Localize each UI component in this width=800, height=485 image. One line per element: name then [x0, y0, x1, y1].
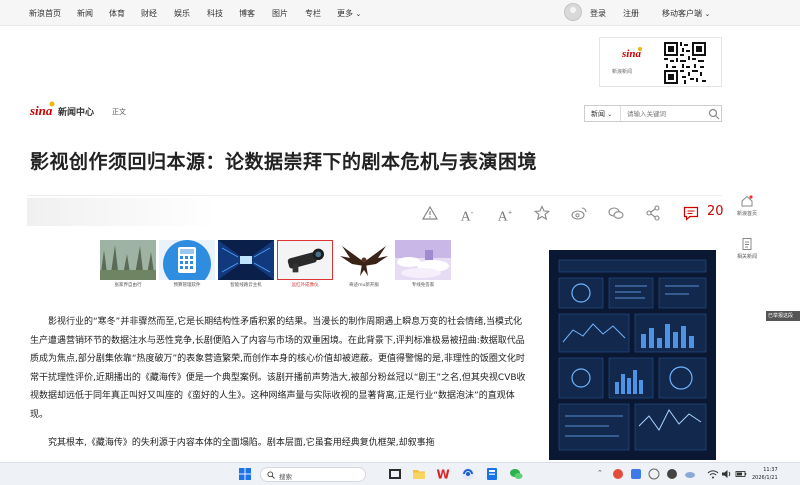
svg-text:W: W — [437, 468, 450, 482]
comment-icon[interactable] — [682, 204, 700, 222]
document-icon — [742, 238, 752, 250]
tray-app-dark-icon[interactable] — [666, 468, 678, 480]
thumb-caption: 张家界自由行 — [114, 283, 142, 288]
wechat-icon[interactable] — [509, 467, 523, 481]
chevron-down-icon: ⌄ — [355, 10, 362, 18]
qr-logo-text: 新浪新闻 — [612, 69, 633, 75]
clouds-image — [395, 240, 451, 280]
float-home-button[interactable]: 新浪首页 — [728, 194, 766, 217]
nav-item-sina-home[interactable]: 新浪首页 — [29, 8, 61, 19]
mountain-image — [100, 240, 156, 280]
home-icon — [741, 195, 753, 207]
svg-text:sina: sina — [30, 103, 53, 118]
mobile-client-menu[interactable]: 移动客户端 ⌄ — [662, 8, 710, 19]
thumb-caption: 奇迹mu新开服 — [349, 283, 379, 288]
thumb-caption: 预算管理软件 — [173, 283, 201, 288]
server-tunnel-image — [218, 240, 274, 280]
toolbar-fade-strip — [27, 198, 217, 226]
taskbar-search-label: 搜索 — [279, 473, 292, 481]
battery-icon[interactable] — [735, 468, 747, 480]
comment-count[interactable]: 20 — [707, 204, 724, 219]
nav-item-more[interactable]: 更多 ⌄ — [337, 8, 361, 19]
search-channel-label: 新闻 — [591, 110, 605, 118]
font-increase-icon[interactable]: A+ — [496, 204, 514, 225]
sina-eye-logo-icon: sina — [29, 101, 55, 118]
windows-taskbar: 搜索 W ⌃ 11:37 2026/1/21 — [0, 462, 800, 485]
dragon-image — [336, 240, 392, 280]
clock-time: 11:37 — [763, 467, 778, 473]
windows-start-icon[interactable] — [239, 468, 251, 480]
nav-item-blog[interactable]: 博客 — [239, 8, 255, 19]
login-link[interactable]: 登录 — [590, 8, 606, 19]
article-body: 影视行业的“寒冬”并非骤然而至,它是长期结构性矛盾积累的结果。当漫长的制作周期遇… — [30, 313, 530, 453]
wechat-share-icon[interactable] — [607, 204, 625, 222]
qr-code — [664, 42, 706, 84]
breadcrumb-section: 正文 — [112, 108, 126, 116]
report-snippet-badge[interactable]: 已举报这段 — [766, 311, 800, 321]
sina-logo[interactable]: sina — [29, 100, 56, 120]
nav-item-photos[interactable]: 图片 — [272, 8, 288, 19]
search-icon[interactable] — [708, 108, 720, 120]
thumb-ad-cloud-host[interactable]: 智能线路云主机 — [218, 240, 274, 293]
file-explorer-icon[interactable] — [412, 467, 426, 481]
search-channel-select[interactable]: 新闻 ⌄ — [585, 106, 621, 121]
report-icon[interactable] — [421, 204, 439, 222]
calculator-image — [159, 240, 215, 280]
tray-app-gray-icon[interactable] — [648, 468, 660, 480]
nav-item-tech[interactable]: 科技 — [207, 8, 223, 19]
weibo-share-icon[interactable] — [570, 204, 588, 222]
float-related-button[interactable]: 相关新闻 — [728, 237, 766, 260]
thumb-caption: 远红外成像仪 — [291, 283, 319, 288]
thumb-ad-infrared-imager[interactable]: 远红外成像仪 — [277, 240, 333, 293]
clock-date: 2026/1/21 — [752, 475, 778, 481]
dashboard-illustration — [549, 250, 716, 460]
font-decrease-icon[interactable]: A- — [458, 204, 476, 225]
thumb-caption: 专线免签家 — [411, 283, 435, 288]
thumb-ad-budget-software[interactable]: 预算管理软件 — [159, 240, 215, 293]
browser-icon[interactable] — [461, 467, 475, 481]
article-toolbar: A- A+ 20 — [27, 195, 724, 228]
favorite-star-icon[interactable] — [533, 204, 551, 222]
nav-item-columns[interactable]: 专栏 — [305, 8, 321, 19]
float-related-label: 相关新闻 — [736, 254, 757, 260]
tray-app-blue-icon[interactable] — [630, 468, 642, 480]
article-title: 影视创作须回归本源：论数据崇拜下的剧本危机与表演困境 — [30, 151, 538, 173]
news-center-title[interactable]: 新闻中心 — [58, 105, 94, 118]
nav-more-label: 更多 — [337, 9, 353, 18]
wps-office-icon[interactable]: W — [436, 467, 450, 482]
mobile-client-label: 移动客户端 — [662, 9, 702, 18]
tray-app-red-icon[interactable] — [612, 468, 624, 480]
taskbar-clock[interactable]: 11:37 2026/1/21 — [752, 466, 778, 482]
thumb-caption: 智能线路云主机 — [230, 283, 262, 288]
tray-app-cloud-icon[interactable] — [684, 468, 696, 480]
news-search-box: 新闻 ⌄ — [584, 105, 722, 122]
user-avatar-icon[interactable] — [564, 3, 582, 21]
thumb-ad-mu-server[interactable]: 奇迹mu新开服 — [336, 240, 392, 293]
nav-item-news[interactable]: 新闻 — [77, 8, 93, 19]
thumb-ad-zhangjiajie[interactable]: 张家界自由行 — [100, 240, 156, 293]
register-link[interactable]: 注册 — [623, 8, 639, 19]
app-qr-panel: sina 新浪新闻 — [599, 37, 722, 87]
share-icon[interactable] — [644, 204, 662, 222]
top-nav-bar: 新浪首页 新闻 体育 财经 娱乐 科技 博客 图片 专栏 更多 ⌄ 登录 注册 … — [0, 0, 800, 26]
volume-icon[interactable] — [721, 468, 733, 480]
float-home-label: 新浪首页 — [736, 211, 757, 217]
article-paragraph: 究其根本,《藏海传》的失利源于内容本体的全面塌陷。剧本层面,它虽套用经典复仇框架… — [48, 438, 435, 448]
nav-item-sports[interactable]: 体育 — [109, 8, 125, 19]
wifi-icon[interactable] — [707, 468, 719, 480]
thumb-ad-visa-free[interactable]: 专线免签家 — [395, 240, 451, 293]
scope-image — [277, 240, 333, 280]
sina-news-logo: sina — [622, 47, 642, 60]
article-paragraph: 影视行业的“寒冬”并非骤然而至,它是长期结构性矛盾积累的结果。当漫长的制作周期遇… — [30, 317, 526, 420]
search-icon — [267, 471, 275, 479]
task-view-icon[interactable] — [388, 467, 402, 481]
taskbar-search-box[interactable]: 搜索 — [260, 467, 366, 482]
messenger-icon[interactable] — [485, 467, 499, 481]
search-input[interactable] — [622, 106, 706, 121]
chevron-down-icon: ⌄ — [704, 10, 711, 18]
nav-item-entertainment[interactable]: 娱乐 — [174, 8, 190, 19]
nav-item-finance[interactable]: 财经 — [141, 8, 157, 19]
chevron-down-icon: ⌄ — [607, 111, 613, 118]
tray-expand-icon[interactable]: ⌃ — [597, 469, 603, 477]
